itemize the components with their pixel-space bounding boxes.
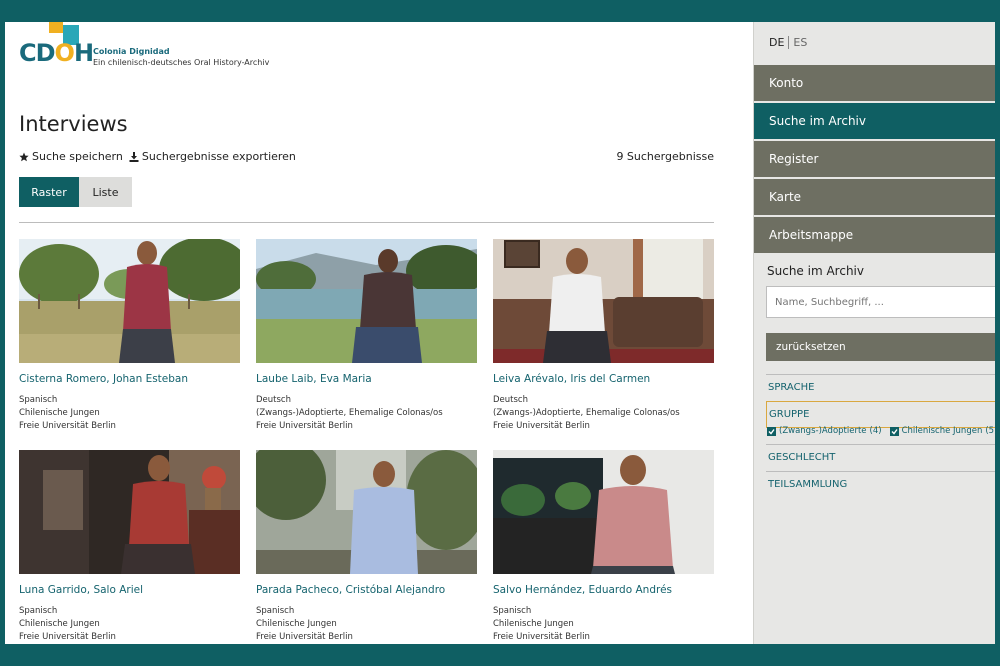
nav-item-karte[interactable]: Karte: [754, 179, 995, 215]
interview-institution: Freie Universität Berlin: [493, 632, 590, 642]
list-view-button[interactable]: Liste: [79, 177, 132, 207]
filter-chip-count: (5): [985, 426, 995, 436]
result-toolbar: Suche speichern Suchergebnisse exportier…: [19, 150, 296, 163]
filter-chip[interactable]: Chilenische Jungen (5): [889, 426, 995, 436]
interview-language: Spanisch: [19, 395, 58, 405]
interview-card[interactable]: Laube Laib, Eva Maria Deutsch (Zwangs-)A…: [256, 239, 477, 436]
facet-sprache[interactable]: SPRACHE: [766, 374, 995, 401]
interviewee-name[interactable]: Cisterna Romero, Johan Esteban: [19, 373, 240, 385]
interview-group: (Zwangs-)Adoptierte, Ehemalige Colonas/o…: [493, 408, 680, 418]
interview-institution: Freie Universität Berlin: [256, 632, 353, 642]
checkbox-checked-icon: [767, 426, 776, 436]
facet-gruppe[interactable]: GRUPPE: [766, 401, 995, 428]
interview-meta: Spanisch Chilenische Jungen Freie Univer…: [256, 605, 477, 644]
interview-card[interactable]: Parada Pacheco, Cristóbal Alejandro Span…: [256, 450, 477, 644]
interview-thumbnail[interactable]: [19, 239, 240, 363]
star-icon: [19, 152, 29, 161]
interview-meta: Spanisch Chilenische Jungen Freie Univer…: [19, 605, 240, 644]
interview-group: Chilenische Jungen: [493, 619, 574, 629]
interview-meta: Deutsch (Zwangs-)Adoptierte, Ehemalige C…: [256, 394, 477, 433]
filter-chip-label: (Zwangs-)Adoptierte: [779, 426, 867, 436]
interview-meta: Spanisch Chilenische Jungen Freie Univer…: [19, 394, 240, 433]
logo[interactable]: CDOH Colonia Dignidad Ein chilenisch-deu…: [19, 22, 269, 70]
interview-institution: Freie Universität Berlin: [19, 632, 116, 642]
interviewee-name[interactable]: Luna Garrido, Salo Ariel: [19, 584, 240, 596]
filter-chip[interactable]: (Zwangs-)Adoptierte (4): [767, 426, 882, 436]
interview-institution: Freie Universität Berlin: [493, 421, 590, 431]
main-content: CDOH Colonia Dignidad Ein chilenisch-deu…: [5, 22, 753, 644]
grid-view-button[interactable]: Raster: [19, 177, 79, 207]
lang-es-link[interactable]: ES: [793, 36, 807, 49]
logo-subtitle-1: Colonia Dignidad: [93, 47, 170, 56]
download-icon: [129, 151, 139, 162]
nav-item-suche[interactable]: Suche im Archiv: [754, 103, 995, 139]
interview-language: Deutsch: [493, 395, 528, 405]
filter-chip-count: (4): [869, 426, 882, 436]
save-search-button[interactable]: Suche speichern: [19, 150, 123, 163]
interviewee-name[interactable]: Leiva Arévalo, Iris del Carmen: [493, 373, 714, 385]
interview-card[interactable]: Leiva Arévalo, Iris del Carmen Deutsch (…: [493, 239, 714, 436]
search-input[interactable]: [766, 286, 995, 318]
export-results-button[interactable]: Suchergebnisse exportieren: [129, 150, 296, 163]
sidebar-nav: Konto Suche im Archiv Register Karte Arb…: [754, 65, 995, 255]
interview-meta: Spanisch Chilenische Jungen Freie Univer…: [493, 605, 714, 644]
interview-institution: Freie Universität Berlin: [19, 421, 116, 431]
interview-grid: Cisterna Romero, Johan Esteban Spanisch …: [19, 239, 715, 644]
checkbox-checked-icon: [889, 426, 899, 436]
interview-group: Chilenische Jungen: [19, 408, 100, 418]
interview-card[interactable]: Salvo Hernández, Eduardo Andrés Spanisch…: [493, 450, 714, 644]
interview-thumbnail[interactable]: [493, 239, 714, 363]
page-title: Interviews: [19, 112, 128, 136]
interview-thumbnail[interactable]: [256, 239, 477, 363]
facet-geschlecht[interactable]: GESCHLECHT: [766, 444, 995, 471]
logo-yellow-block: [49, 22, 63, 33]
app-frame: CDOH Colonia Dignidad Ein chilenisch-deu…: [5, 22, 995, 644]
nav-item-konto[interactable]: Konto: [754, 65, 995, 101]
interviewee-name[interactable]: Salvo Hernández, Eduardo Andrés: [493, 584, 714, 596]
view-toggle: Raster Liste: [19, 177, 132, 207]
interview-group: Chilenische Jungen: [19, 619, 100, 629]
nav-item-register[interactable]: Register: [754, 141, 995, 177]
export-results-label: Suchergebnisse exportieren: [141, 150, 296, 163]
active-filters: (Zwangs-)Adoptierte (4) Chilenische Jung…: [767, 426, 995, 436]
logo-wordmark: CDOH: [19, 39, 94, 67]
result-count: 9 Suchergebnisse: [616, 150, 714, 163]
interview-institution: Freie Universität Berlin: [256, 421, 353, 431]
interview-language: Deutsch: [256, 395, 291, 405]
filter-chip-label: Chilenische Jungen: [901, 426, 983, 436]
interviewee-name[interactable]: Laube Laib, Eva Maria: [256, 373, 477, 385]
language-switcher: DE ES: [769, 36, 807, 49]
reset-button[interactable]: zurücksetzen: [766, 333, 995, 361]
interview-meta: Deutsch (Zwangs-)Adoptierte, Ehemalige C…: [493, 394, 714, 433]
interview-thumbnail[interactable]: [493, 450, 714, 574]
interview-card[interactable]: Cisterna Romero, Johan Esteban Spanisch …: [19, 239, 240, 436]
interview-thumbnail[interactable]: [19, 450, 240, 574]
logo-subtitle-2: Ein chilenisch-deutsches Oral History-Ar…: [93, 58, 270, 67]
interviewee-name[interactable]: Parada Pacheco, Cristóbal Alejandro: [256, 584, 477, 596]
interview-language: Spanisch: [493, 606, 532, 616]
search-panel-title: Suche im Archiv: [767, 264, 864, 278]
interview-group: (Zwangs-)Adoptierte, Ehemalige Colonas/o…: [256, 408, 443, 418]
interview-group: Chilenische Jungen: [256, 619, 337, 629]
facet-teilsammlung[interactable]: TEILSAMMLUNG: [766, 471, 995, 498]
nav-item-arbeitsmappe[interactable]: Arbeitsmappe: [754, 217, 995, 253]
interview-language: Spanisch: [256, 606, 295, 616]
interview-card[interactable]: Luna Garrido, Salo Ariel Spanisch Chilen…: [19, 450, 240, 644]
interview-thumbnail[interactable]: [256, 450, 477, 574]
save-search-label: Suche speichern: [32, 150, 123, 163]
lang-de-link[interactable]: DE: [769, 36, 784, 49]
divider: [19, 222, 714, 223]
lang-separator: [788, 36, 790, 49]
sidebar: DE ES Konto Suche im Archiv Register Kar…: [753, 22, 995, 644]
interview-language: Spanisch: [19, 606, 58, 616]
